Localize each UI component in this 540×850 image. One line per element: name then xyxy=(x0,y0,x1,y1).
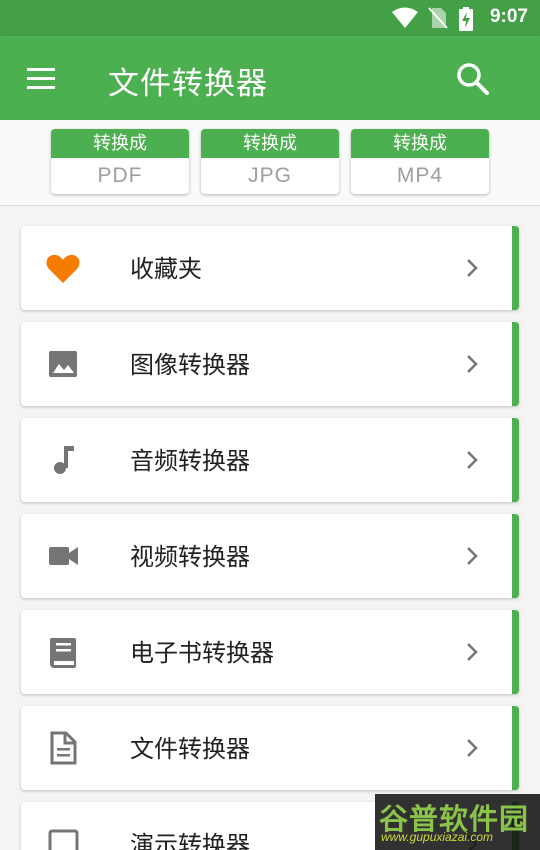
menu-item-document-converter[interactable]: 文件转换器 xyxy=(21,706,519,790)
convert-to-jpg-button[interactable]: 转换成 JPG xyxy=(201,129,339,194)
convert-format: PDF xyxy=(97,164,143,187)
presentation-icon xyxy=(48,829,79,850)
menu-item-video-converter[interactable]: 视频转换器 xyxy=(21,514,519,598)
status-bar: 9:07 xyxy=(0,0,540,36)
app-bar: 文件转换器 xyxy=(0,36,540,120)
menu-item-label: 收藏夹 xyxy=(130,255,202,283)
document-icon xyxy=(50,731,77,765)
page-title: 文件转换器 xyxy=(108,66,268,102)
music-note-icon xyxy=(54,446,74,474)
search-icon[interactable] xyxy=(452,58,494,100)
convert-to-mp4-button[interactable]: 转换成 MP4 xyxy=(351,129,489,194)
convert-prefix: 转换成 xyxy=(201,129,339,158)
clock: 9:07 xyxy=(489,6,528,27)
convert-to-pdf-button[interactable]: 转换成 PDF xyxy=(51,129,189,194)
menu-item-audio-converter[interactable]: 音频转换器 xyxy=(21,418,519,502)
book-icon xyxy=(50,638,76,668)
convert-prefix: 转换成 xyxy=(51,129,189,158)
image-icon xyxy=(49,351,77,377)
battery-charging-icon xyxy=(459,7,473,31)
menu-item-favorites[interactable]: 收藏夹 xyxy=(21,226,519,310)
watermark: 谷普软件园 www.gupuxiazai.com xyxy=(375,794,540,850)
menu-item-label: 演示转换器 xyxy=(130,831,250,850)
heart-icon xyxy=(46,254,80,283)
chevron-right-icon xyxy=(467,355,478,373)
chevron-right-icon xyxy=(467,451,478,469)
video-camera-icon xyxy=(49,547,78,565)
chevron-right-icon xyxy=(467,259,478,277)
no-sim-icon xyxy=(428,7,448,29)
chevron-right-icon xyxy=(467,643,478,661)
convert-prefix: 转换成 xyxy=(351,129,489,158)
convert-format: JPG xyxy=(248,164,292,187)
chevron-right-icon xyxy=(467,739,478,757)
menu-icon[interactable] xyxy=(22,60,62,96)
menu-item-label: 视频转换器 xyxy=(130,543,250,571)
wifi-icon xyxy=(392,7,418,28)
menu-item-image-converter[interactable]: 图像转换器 xyxy=(21,322,519,406)
menu-item-label: 电子书转换器 xyxy=(130,639,274,667)
menu-item-label: 图像转换器 xyxy=(130,351,250,379)
menu-item-label: 音频转换器 xyxy=(130,447,250,475)
quick-convert-bar: 转换成 PDF 转换成 JPG 转换成 MP4 xyxy=(0,120,540,206)
watermark-url: www.gupuxiazai.com xyxy=(381,830,494,844)
menu-item-label: 文件转换器 xyxy=(130,735,250,763)
convert-format: MP4 xyxy=(396,164,444,187)
chevron-right-icon xyxy=(467,547,478,565)
menu-item-ebook-converter[interactable]: 电子书转换器 xyxy=(21,610,519,694)
